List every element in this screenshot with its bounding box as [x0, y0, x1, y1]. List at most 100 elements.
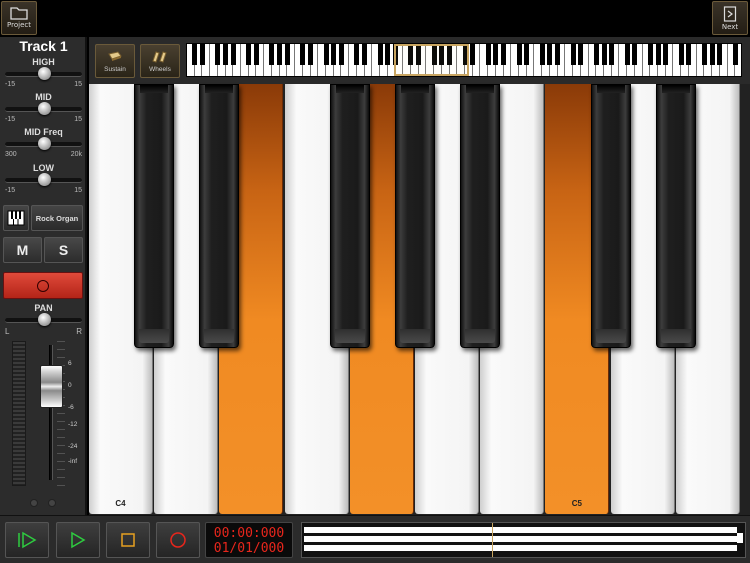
- mini-black-key: [470, 44, 476, 65]
- mini-black-key: [601, 44, 607, 65]
- mini-black-key: [555, 44, 561, 65]
- eq-high-label: HIGH: [32, 57, 55, 67]
- mini-black-key: [524, 44, 530, 65]
- mini-black-key: [609, 44, 615, 65]
- record-arm-icon: [37, 279, 49, 292]
- return-to-start-button[interactable]: [5, 522, 49, 558]
- mini-black-key: [655, 44, 661, 65]
- black-key[interactable]: [329, 84, 370, 348]
- mini-black-key: [246, 44, 252, 65]
- record-icon: [170, 532, 186, 548]
- timeline-playhead[interactable]: [492, 523, 493, 557]
- eq-mid-slider[interactable]: [5, 102, 82, 116]
- record-button[interactable]: [156, 522, 200, 558]
- next-label: Next: [721, 23, 739, 31]
- solo-button[interactable]: S: [44, 237, 83, 263]
- eq-mid-freq-slider[interactable]: [5, 137, 82, 151]
- mini-black-key: [485, 44, 491, 65]
- instrument-selector[interactable]: Rock Organ: [3, 205, 83, 231]
- mini-black-key: [269, 44, 275, 65]
- note-label: C4: [115, 499, 126, 508]
- play-button[interactable]: [56, 522, 100, 558]
- slider-thumb[interactable]: [37, 137, 51, 150]
- record-arm-button[interactable]: [3, 272, 83, 299]
- project-label: Project: [7, 21, 31, 29]
- pan-control: PAN L R: [0, 303, 87, 336]
- mini-black-key: [547, 44, 553, 65]
- stop-icon: [121, 533, 135, 547]
- eq-low-label: LOW: [33, 163, 54, 173]
- time-readout: 00:00:000: [213, 526, 285, 541]
- sustain-label: Sustain: [104, 66, 126, 73]
- mute-button[interactable]: M: [3, 237, 42, 263]
- mini-black-key: [223, 44, 229, 65]
- black-key[interactable]: [199, 84, 240, 348]
- keyboard-icon[interactable]: [3, 205, 29, 231]
- slider-thumb[interactable]: [37, 67, 51, 80]
- scale-mark: -24: [68, 443, 78, 450]
- next-button[interactable]: Next: [712, 1, 748, 35]
- slider-thumb[interactable]: [37, 173, 51, 186]
- folder-icon: [10, 7, 28, 20]
- mini-black-key: [192, 44, 198, 65]
- page-arrow-icon: [723, 6, 737, 22]
- eq-mid-range: -15 15: [0, 116, 87, 125]
- range-min: 300: [5, 151, 17, 158]
- return-to-start-icon: [18, 531, 37, 549]
- slider-thumb[interactable]: [37, 313, 51, 326]
- wheels-button[interactable]: Wheels: [140, 44, 180, 78]
- mini-black-key: [354, 44, 360, 65]
- timeline-scroll-handle[interactable]: [737, 533, 743, 543]
- mini-black-key: [338, 44, 344, 65]
- indicator-dot: [48, 499, 56, 507]
- range-max: 20k: [70, 151, 82, 158]
- time-display: 00:00:000 01/01/000: [205, 522, 293, 558]
- eq-mid-freq-label: MID Freq: [24, 127, 63, 137]
- eq-mid-freq-range: 300 20k: [0, 151, 87, 160]
- song-timeline[interactable]: [301, 522, 746, 558]
- project-button[interactable]: Project: [1, 1, 37, 35]
- mini-black-key: [230, 44, 236, 65]
- black-key[interactable]: [395, 84, 435, 348]
- mini-black-key: [624, 44, 630, 65]
- transport-bar: 00:00:000 01/01/000: [0, 515, 750, 563]
- mini-black-key: [300, 44, 306, 65]
- black-key[interactable]: [460, 84, 501, 348]
- instrument-name[interactable]: Rock Organ: [31, 205, 83, 231]
- pan-range: L R: [0, 327, 87, 336]
- eq-mid: MID -15 15: [0, 92, 87, 125]
- note-label: C5: [571, 499, 582, 508]
- eq-low-slider[interactable]: [5, 173, 82, 187]
- mini-black-key: [539, 44, 545, 65]
- eq-low: LOW -15 15: [0, 163, 87, 196]
- mini-black-key: [516, 44, 522, 65]
- eq-high-slider[interactable]: [5, 67, 82, 81]
- mini-black-key: [663, 44, 669, 65]
- mini-black-key: [377, 44, 383, 65]
- volume-fader-handle[interactable]: [40, 365, 63, 408]
- stop-button[interactable]: [106, 522, 150, 558]
- keyboard-view-window[interactable]: [394, 44, 469, 76]
- track-panel: Track 1 HIGH -15 15 MID -15 15 MID Freq …: [0, 37, 87, 515]
- eq-mid-freq: MID Freq 300 20k: [0, 127, 87, 160]
- slider-thumb[interactable]: [37, 102, 51, 115]
- piano-keyboard[interactable]: C4 C5: [89, 84, 750, 515]
- wheels-icon: [152, 51, 167, 63]
- keyboard-overview[interactable]: [186, 43, 742, 77]
- black-key[interactable]: [590, 84, 631, 348]
- black-key[interactable]: [134, 84, 175, 348]
- mini-black-key: [277, 44, 283, 65]
- scale-mark: 0: [68, 382, 72, 389]
- range-max: 15: [74, 116, 82, 123]
- timeline-lane: [304, 536, 737, 542]
- timeline-lane: [304, 545, 737, 551]
- range-min: -15: [5, 81, 16, 88]
- black-key[interactable]: [655, 84, 696, 348]
- sustain-button[interactable]: Sustain: [95, 44, 135, 78]
- scale-mark: 6: [68, 360, 72, 367]
- sustain-pedal-icon: [108, 51, 122, 61]
- range-min: -15: [5, 187, 16, 194]
- volume-section: 6 0 -6 -12 -24 -inf: [0, 337, 87, 515]
- eq-high: HIGH -15 15: [0, 57, 87, 90]
- pan-slider[interactable]: [5, 313, 82, 327]
